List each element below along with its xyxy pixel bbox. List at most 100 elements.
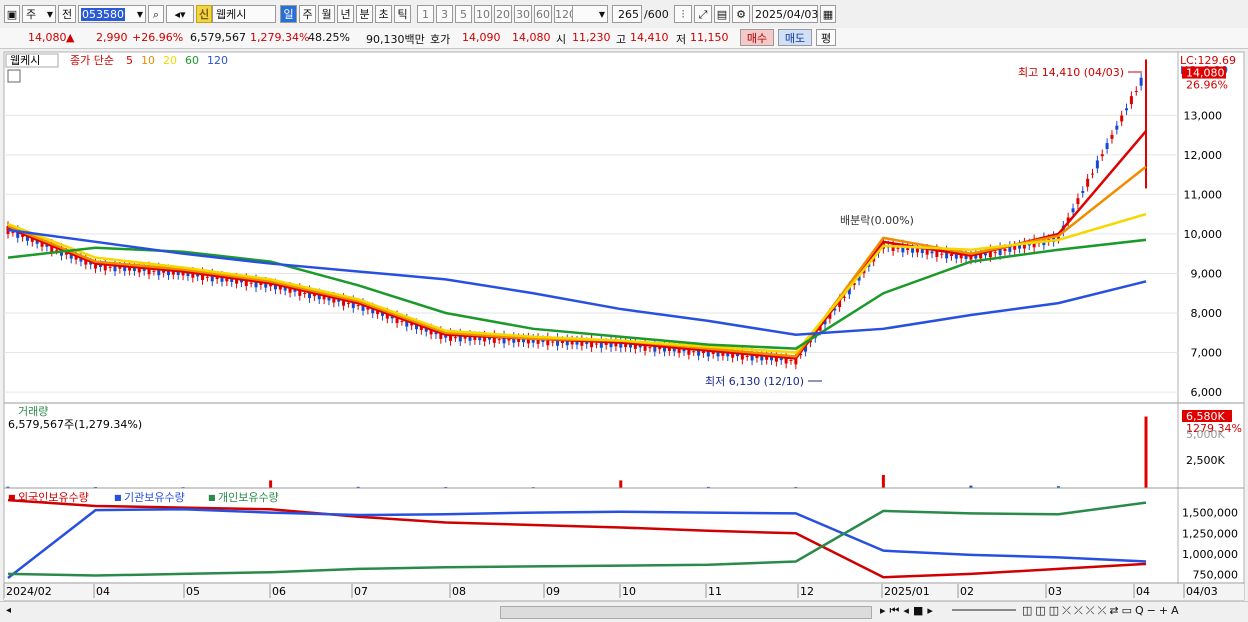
candle-body bbox=[993, 252, 997, 254]
quote-bar: 14,080 ▲ 2,990 +26.96% 6,579,567 1,279.3… bbox=[0, 28, 1248, 49]
volume-bar bbox=[881, 474, 885, 488]
holding-tick-label: 1,000,000 bbox=[1182, 548, 1238, 561]
price-tick-label: 6,000 bbox=[1191, 386, 1223, 399]
stock-chart: 거래량6,579,567주(1,279.34%)6,580K1279.34%5,… bbox=[3, 51, 1245, 601]
interval-button-3[interactable]: 3 bbox=[436, 5, 453, 23]
mode-select[interactable]: 주 ▼ bbox=[22, 5, 56, 23]
speaker-icon[interactable]: ◂▾ bbox=[166, 5, 194, 23]
low-value: 11,150 bbox=[690, 31, 729, 44]
x-axis-label: 07 bbox=[354, 585, 368, 598]
legend-ma-5: 5 bbox=[126, 54, 133, 67]
scroll-left-icon[interactable]: ◂ bbox=[6, 605, 11, 616]
candle-body bbox=[594, 343, 598, 345]
x-axis-label: 04 bbox=[1136, 585, 1150, 598]
scroll-thumb[interactable] bbox=[500, 606, 872, 619]
change-value: 2,990 bbox=[96, 31, 128, 44]
volume-title: 거래량 bbox=[18, 405, 48, 418]
candle-body bbox=[1081, 190, 1085, 193]
x-axis-label: 10 bbox=[622, 585, 636, 598]
buy-button[interactable]: 매수 bbox=[740, 29, 774, 46]
scrollbar[interactable]: ◂ ▸⏮◂■▸ ◫◫◫⤫⤫⤫⤫⇄▭Q−+A bbox=[0, 601, 1248, 622]
period-tab-4[interactable]: 분 bbox=[356, 5, 373, 23]
interval-button-1[interactable]: 1 bbox=[417, 5, 434, 23]
mid-annotation: 배분락(0.00%) bbox=[840, 214, 914, 227]
x-axis-label: 12 bbox=[800, 585, 814, 598]
candle-body bbox=[984, 253, 988, 256]
stock-name[interactable]: 웹케시 bbox=[212, 5, 276, 23]
high-annotation: 최고 14,410 (04/03) bbox=[1018, 66, 1124, 79]
layout-icon[interactable]: ▣ bbox=[4, 5, 20, 23]
volume-bar bbox=[269, 480, 273, 488]
candle-body bbox=[249, 282, 253, 284]
chart-tools[interactable]: ◫◫◫⤫⤫⤫⤫⇄▭Q−+A bbox=[1022, 604, 1182, 618]
ask-value: 14,090 bbox=[462, 31, 501, 44]
zoom-slider[interactable] bbox=[952, 609, 1016, 611]
x-axis-label: 08 bbox=[452, 585, 466, 598]
candle-body bbox=[692, 351, 696, 353]
code-input[interactable]: 053580 ▼ bbox=[78, 5, 146, 23]
count-input[interactable]: 265 bbox=[612, 5, 642, 23]
legend-ma-20: 20 bbox=[163, 54, 177, 67]
candle-body bbox=[1139, 77, 1143, 86]
volume-tick-label: 2,500K bbox=[1186, 454, 1225, 467]
volume-ghost-tick: 5,000K bbox=[1186, 428, 1225, 441]
candle-icon[interactable]: ⫶ bbox=[674, 5, 692, 23]
interval-button-5[interactable]: 5 bbox=[455, 5, 472, 23]
candle-body bbox=[11, 231, 15, 233]
eval-button[interactable]: 평 bbox=[816, 29, 836, 46]
period-tab-0[interactable]: 일 bbox=[280, 5, 297, 23]
candle-body bbox=[1115, 125, 1119, 130]
holding-legend-marker: ■ bbox=[114, 493, 122, 502]
price-value: 14,080 bbox=[28, 31, 67, 44]
chevron-down-icon: ▼ bbox=[598, 10, 605, 19]
holding-legend-marker: ■ bbox=[8, 493, 16, 502]
x-axis-label: 03 bbox=[1048, 585, 1062, 598]
price-tick-label: 12,000 bbox=[1184, 149, 1223, 162]
x-axis-label: 2025/01 bbox=[884, 585, 930, 598]
price-tick-label: 13,000 bbox=[1184, 109, 1223, 122]
candle-body bbox=[930, 251, 934, 254]
unit-select[interactable]: ▼ bbox=[572, 5, 608, 23]
holding-tick-label: 1,250,000 bbox=[1182, 527, 1238, 540]
candle-body bbox=[551, 341, 555, 343]
change-pct: +26.96% bbox=[132, 31, 184, 44]
period-tab-2[interactable]: 월 bbox=[318, 5, 335, 23]
period-tab-1[interactable]: 주 bbox=[299, 5, 316, 23]
save-icon[interactable]: ▤ bbox=[714, 5, 730, 23]
interval-button-10[interactable]: 10 bbox=[474, 5, 492, 23]
period-tab-6[interactable]: 틱 bbox=[394, 5, 411, 23]
candle-body bbox=[205, 276, 209, 278]
open-value: 11,230 bbox=[572, 31, 611, 44]
period-tab-3[interactable]: 년 bbox=[337, 5, 354, 23]
candle-body bbox=[1091, 173, 1095, 175]
holding-legend-marker: ■ bbox=[208, 493, 216, 502]
search-icon[interactable]: ⌕ bbox=[148, 5, 164, 23]
low-label: 저 bbox=[676, 33, 687, 46]
price-tick-label: 11,000 bbox=[1184, 188, 1223, 201]
candle-body bbox=[1125, 108, 1129, 111]
interval-button-20[interactable]: 20 bbox=[494, 5, 512, 23]
bid-value: 14,080 bbox=[512, 31, 551, 44]
x-axis-label: 06 bbox=[272, 585, 286, 598]
volume-value-label: 6,579,567주(1,279.34%) bbox=[8, 418, 142, 431]
x-axis-label: 2024/02 bbox=[6, 585, 52, 598]
holding-legend-label: 기관보유수량 bbox=[124, 491, 185, 504]
gear-icon[interactable]: ⚙ bbox=[732, 5, 750, 23]
prev-button[interactable]: 전 bbox=[58, 5, 76, 23]
candle-body bbox=[108, 266, 112, 268]
calendar-icon[interactable]: ▦ bbox=[820, 5, 836, 23]
interval-button-60[interactable]: 60 bbox=[534, 5, 552, 23]
high-value: 14,410 bbox=[630, 31, 669, 44]
sell-button[interactable]: 매도 bbox=[778, 29, 812, 46]
period-tab-5[interactable]: 초 bbox=[375, 5, 392, 23]
legend-price-label: 종가 단순 bbox=[70, 54, 114, 67]
draw-icon[interactable]: ⤢ bbox=[694, 5, 712, 23]
date-input[interactable]: 2025/04/03 bbox=[752, 5, 818, 23]
interval-button-30[interactable]: 30 bbox=[514, 5, 532, 23]
candle-body bbox=[949, 254, 953, 256]
candle-body bbox=[346, 302, 350, 304]
candle-body bbox=[453, 337, 457, 339]
playback-controls[interactable]: ▸⏮◂■▸ bbox=[880, 604, 937, 618]
candle-body bbox=[55, 249, 59, 251]
legend-ma-120: 120 bbox=[207, 54, 228, 67]
